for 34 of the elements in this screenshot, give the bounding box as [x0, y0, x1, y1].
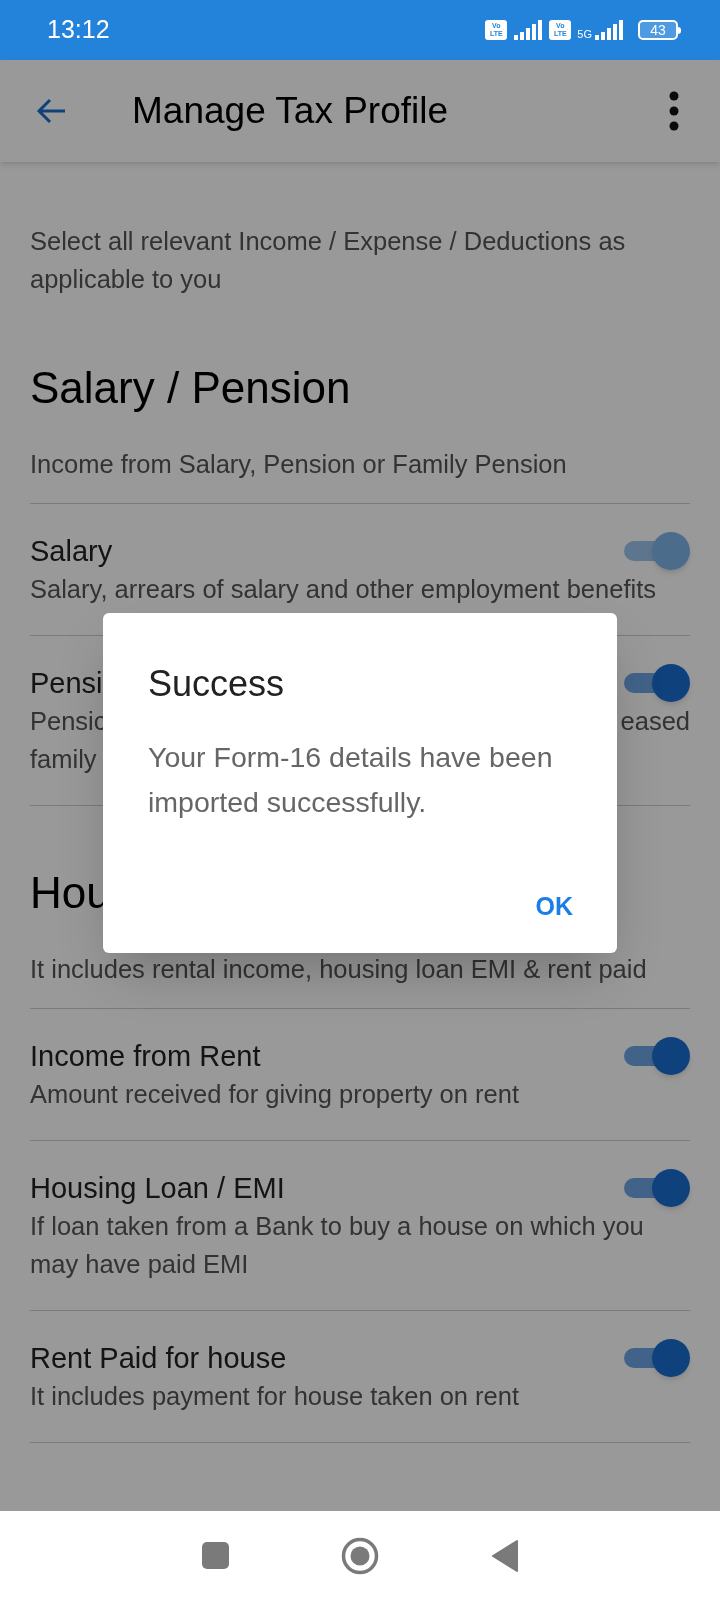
option-description: Salary, arrears of salary and other employment benefits [30, 574, 657, 605]
toggle-switch[interactable] [624, 1169, 690, 1207]
option-description: Pensic [30, 706, 107, 737]
section-heading: Salary / Pension [30, 362, 351, 414]
toggle-switch[interactable] [624, 664, 690, 702]
dialog-message: Your Form-16 details have been imported successfully. [148, 740, 554, 820]
dialog-title: Success [148, 662, 286, 706]
screen-title: Manage Tax Profile [132, 89, 449, 134]
home-icon[interactable] [340, 1536, 379, 1575]
back-icon[interactable] [490, 1539, 519, 1572]
option-description: Amount received for giving property on rent [30, 1079, 520, 1110]
recents-icon[interactable] [201, 1542, 229, 1569]
battery-indicator: 43 [638, 20, 681, 40]
network-label: 5G [577, 26, 592, 42]
option-description: It includes payment for house taken on rent [30, 1381, 521, 1412]
option-title: Salary [30, 534, 113, 569]
option-description: family [30, 745, 97, 773]
option-description: If loan taken from a Bank to buy a house on which you may have paid EMI [30, 1211, 645, 1280]
signal-icon [513, 19, 544, 41]
section-subtitle: It includes rental income, housing loan EMI & rent paid [30, 954, 648, 984]
signal-icon [594, 19, 624, 41]
intro-text: Select all relevant Income / Expense / Deductions as applicable to you [30, 226, 627, 295]
ok-button[interactable]: OK [535, 887, 573, 925]
more-vertical-icon [668, 91, 680, 131]
option-title: Housing Loan / EMI [30, 1171, 285, 1206]
section-subtitle: Income from Salary, Pension or Family Pension [30, 449, 568, 479]
toggle-switch[interactable] [624, 1037, 690, 1075]
option-title: Income from Rent [30, 1039, 261, 1074]
option-description: eased [620, 706, 690, 737]
toggle-switch[interactable] [624, 1339, 690, 1377]
option-title: Pensi [30, 666, 103, 701]
status-time: 13:12 [47, 14, 110, 46]
back-arrow-icon [35, 97, 67, 125]
option-title: Rent Paid for house [30, 1341, 287, 1376]
